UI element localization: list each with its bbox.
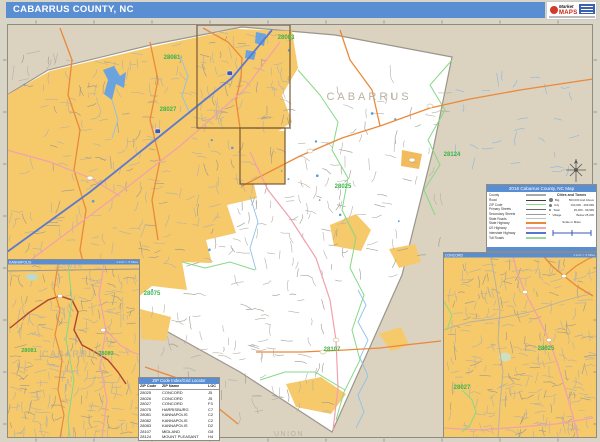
legend-road-types: CountyRoadZIP CodePrimary StreetsSeconda…	[489, 193, 547, 242]
logo-tagline-rule	[549, 16, 595, 18]
inset-title: KANNAPOLIS	[9, 260, 32, 264]
inset-zip-28083: 28083	[98, 351, 113, 357]
legend-road-item: Toll Roads	[489, 235, 547, 240]
legend-title: 2016 Cabarrus County, NC Map	[487, 185, 596, 192]
zip-label-28083: 28083	[278, 35, 295, 41]
county-name-label: CABARRUS	[326, 91, 411, 103]
zip-label-28124: 28124	[444, 152, 461, 158]
inset-title: CONCORD	[445, 253, 464, 257]
page-title: CABARRUS COUNTY, NC	[13, 4, 134, 15]
zip-label-28075: 28075	[144, 291, 161, 297]
zip-table-cell: MOUNT PLEASANT	[161, 434, 207, 440]
zip-label-28027: 28027	[160, 107, 177, 113]
zip-table-cell: 28124	[139, 434, 161, 440]
inset-map-concord: 28025 28027 CONCORD 1 inch = .5 Miles	[443, 252, 597, 438]
logo-blue-badge	[579, 4, 595, 14]
zip-table-cell: H4	[207, 434, 219, 440]
scale-bar: Scale in Miles	[549, 220, 594, 242]
inset-scale-text: 1 inch = .5 Miles	[116, 260, 138, 264]
legend-city-item: City100,000 - 499,999	[549, 203, 594, 208]
logo-brand-top: Market	[559, 4, 574, 9]
zip-index-table: ZIP Code Index/Grid Locator ZIP Code ZIP…	[138, 377, 220, 441]
inset-map-kannapolis: ROWAN CABARRUS 28081 28083 KANNAPOLIS 1 …	[7, 259, 140, 438]
scale-bar-label: Scale in Miles	[549, 220, 594, 224]
legend-city-item: Big500,000 And Above	[549, 198, 594, 203]
zip-label-28025: 28025	[335, 184, 352, 190]
inset-county-label: CABARRUS	[42, 349, 104, 359]
zip-label-28107: 28107	[324, 347, 341, 353]
zip-table-row: 28124MOUNT PLEASANTH4	[139, 434, 219, 440]
publisher-logo: Market MAPS	[546, 1, 597, 20]
inset-zip-28081: 28081	[21, 348, 36, 354]
logo-dot-icon	[550, 6, 558, 14]
map-document: CABARRUS COUNTY, NC Market MAPS	[0, 0, 600, 442]
zip-label-28081: 28081	[164, 55, 181, 61]
legend-city-item: Town25,000 - 99,999	[549, 208, 594, 213]
title-bar: CABARRUS COUNTY, NC	[6, 2, 545, 18]
park-area	[26, 274, 38, 281]
neighbor-county-label: UNION	[274, 431, 304, 438]
legend-box: 2016 Cabarrus County, NC Map CountyRoadZ…	[486, 184, 597, 252]
legend-city-item: VillageBelow 25,000	[549, 212, 594, 217]
legend-footer-bar	[487, 247, 596, 251]
inset-zip-28027: 28027	[454, 385, 471, 391]
scale-bar-graphic	[551, 229, 593, 237]
inset-scale-text: 1 inch = .5 Miles	[573, 253, 595, 257]
inset-zip-28025: 28025	[538, 346, 555, 352]
inset-neighbor-label: ROWAN	[57, 265, 83, 271]
legend-city-sizes: Big500,000 And AboveCity100,000 - 499,99…	[549, 198, 594, 217]
